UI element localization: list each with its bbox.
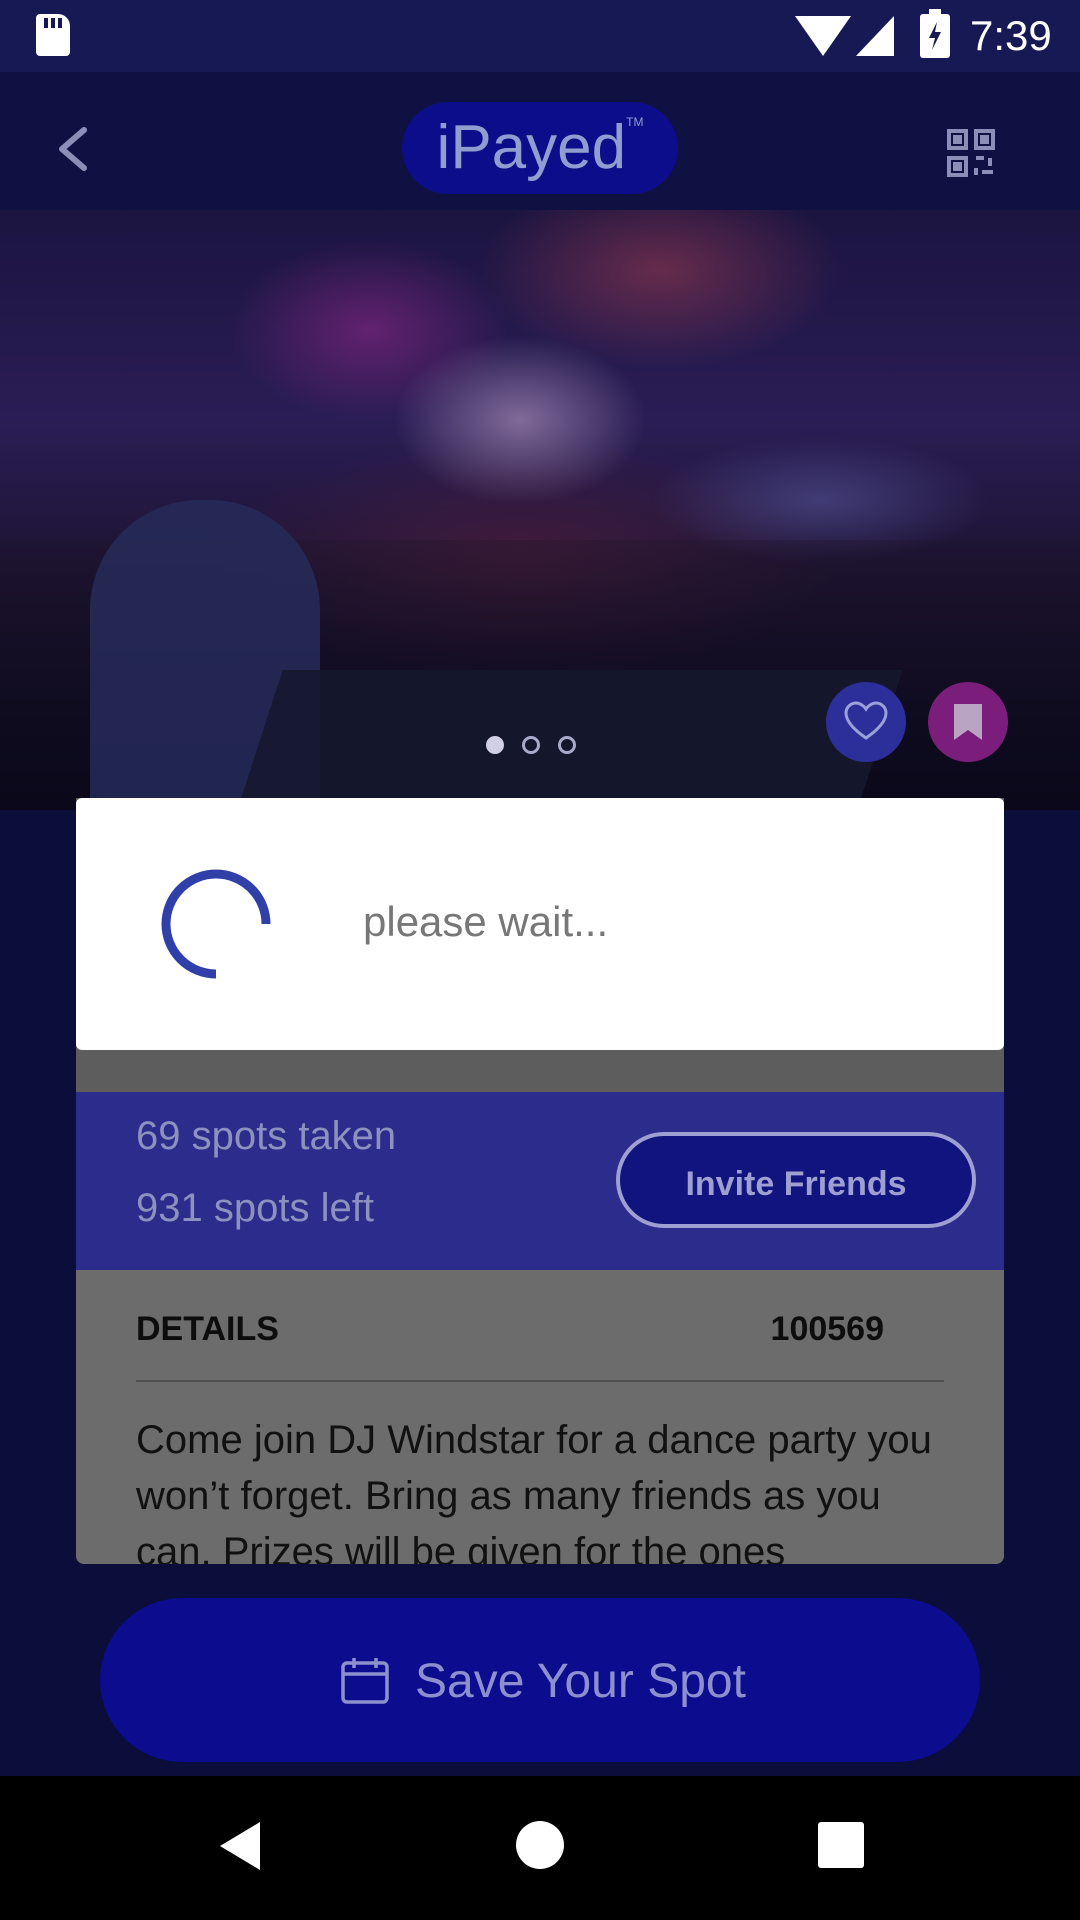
carousel-indicator — [486, 736, 594, 760]
home-circle-icon[interactable] — [515, 1820, 565, 1875]
app-logo: iPayedTM — [402, 102, 678, 194]
spots-left-text: 931 spots left — [136, 1186, 374, 1230]
sd-card-icon — [36, 14, 70, 56]
carousel-dot[interactable] — [486, 736, 504, 754]
heart-icon[interactable] — [826, 682, 906, 762]
qr-code-icon[interactable] — [946, 128, 996, 178]
status-bar: 7:39 — [0, 0, 1080, 72]
app-bar: iPayedTM — [0, 72, 1080, 210]
loading-spinner — [161, 869, 271, 979]
logo-text: iPayed — [436, 113, 627, 182]
logo-trademark: TM — [626, 115, 644, 129]
bookmark-icon[interactable] — [928, 682, 1008, 762]
system-nav-bar — [0, 1776, 1080, 1920]
signal-icon — [856, 16, 894, 56]
event-hero-image — [0, 210, 1080, 810]
loading-message: please wait... — [363, 898, 609, 945]
loading-dialog: please wait... — [76, 798, 1004, 1050]
divider — [136, 1380, 944, 1382]
save-button-label: Save Your Spot — [415, 1655, 746, 1708]
invite-friends-button[interactable]: Invite Friends — [616, 1132, 976, 1228]
wifi-icon — [795, 16, 851, 56]
status-time: 7:39 — [970, 12, 1052, 59]
event-id: 100569 — [770, 1310, 884, 1348]
carousel-dot[interactable] — [522, 736, 540, 754]
carousel-dot[interactable] — [558, 736, 576, 754]
event-description: Come join DJ Windstar for a dance party … — [136, 1418, 932, 1564]
back-arrow-icon[interactable] — [50, 124, 100, 174]
recents-square-icon[interactable] — [818, 1822, 864, 1873]
details-heading: DETAILS — [136, 1310, 279, 1348]
back-triangle-icon[interactable] — [216, 1820, 264, 1877]
battery-charging-icon — [920, 9, 950, 58]
calendar-icon — [340, 1655, 390, 1717]
save-your-spot-button[interactable]: Save Your Spot — [100, 1598, 980, 1762]
spots-taken-text: 69 spots taken — [136, 1114, 397, 1158]
